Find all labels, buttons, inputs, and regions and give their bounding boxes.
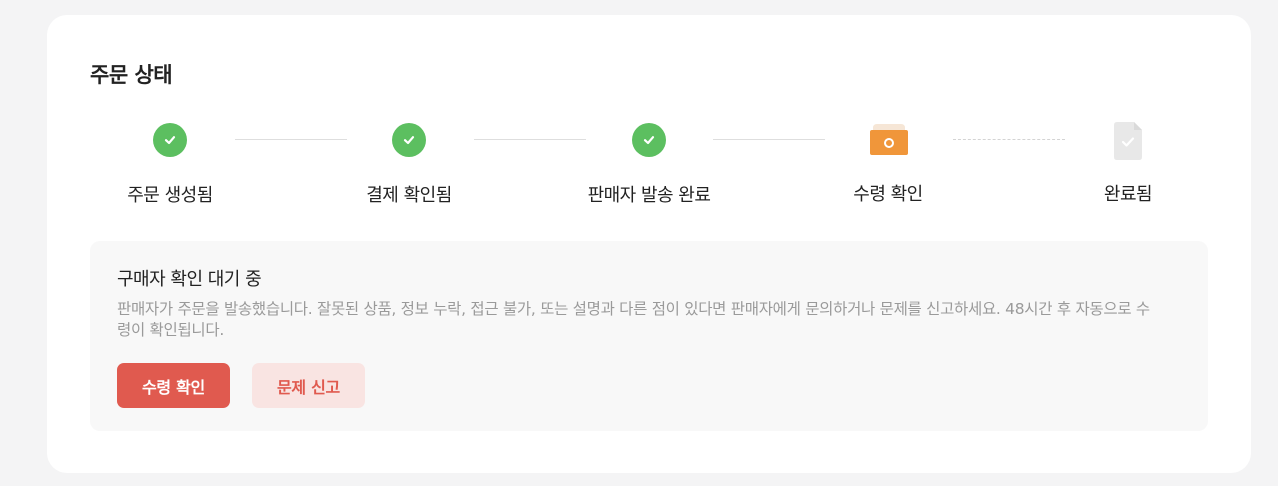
step-label: 판매자 발송 완료 (587, 185, 711, 206)
notice-title: 구매자 확인 대기 중 (117, 269, 262, 290)
step-label: 주문 생성됨 (127, 185, 213, 206)
check-circle-icon (392, 123, 426, 157)
package-icon (870, 122, 908, 158)
check-circle-icon (153, 123, 187, 157)
check-circle-icon (632, 123, 666, 157)
step-order-created: 주문 생성됨 (70, 122, 270, 207)
buyer-confirmation-notice: 구매자 확인 대기 중 판매자가 주문을 발송했습니다. 잘못된 상품, 정보 … (90, 241, 1208, 431)
notice-description: 판매자가 주문을 발송했습니다. 잘못된 상품, 정보 누락, 접근 불가, 또… (117, 300, 1150, 339)
step-completed: 완료됨 (1028, 122, 1228, 206)
step-payment-confirmed: 결제 확인됨 (309, 122, 509, 207)
order-progress-steps: 주문 생성됨 결제 확인됨 판매자 발송 완료 수령 확인 완료됨 (47, 122, 1251, 222)
document-check-icon (1110, 122, 1146, 160)
confirm-receipt-button[interactable]: 수령 확인 (117, 363, 230, 408)
card-title: 주문 상태 (90, 63, 173, 87)
step-label: 수령 확인 (853, 184, 923, 205)
step-seller-shipped: 판매자 발송 완료 (549, 122, 749, 207)
step-label: 결제 확인됨 (366, 185, 452, 206)
step-receipt-confirmation: 수령 확인 (788, 122, 988, 206)
step-label: 완료됨 (1103, 184, 1153, 205)
report-issue-button[interactable]: 문제 신고 (252, 363, 365, 408)
order-status-card: 주문 상태 주문 생성됨 결제 확인됨 판매자 발송 완료 수령 확인 완료됨 … (47, 15, 1251, 473)
